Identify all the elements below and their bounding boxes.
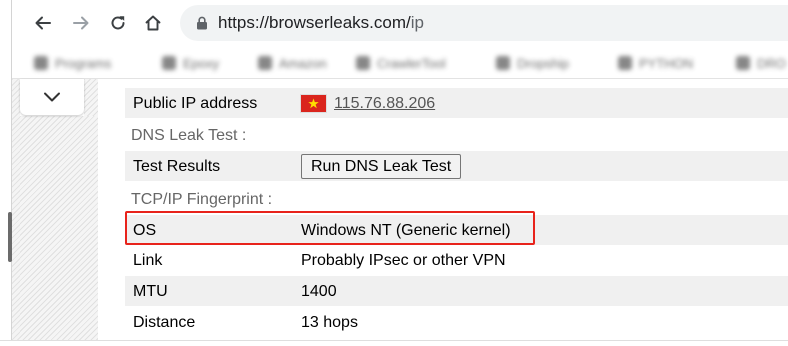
public-ip-link[interactable]: 115.76.88.206	[334, 95, 435, 113]
bookmark-label: Epoxy	[183, 55, 220, 71]
mtu-row: MTU 1400	[125, 276, 788, 306]
reload-button[interactable]	[103, 8, 133, 38]
bookmark-item[interactable]: Epoxy	[162, 53, 219, 73]
bookmark-item[interactable]: CrawlerTool	[356, 53, 446, 73]
bookmark-label: PYTHON	[639, 55, 694, 71]
public-ip-row: Public IP address 115.76.88.206	[125, 88, 788, 118]
bookmark-label: Amazon	[279, 55, 327, 71]
distance-value: 13 hops	[301, 314, 358, 331]
browser-toolbar: https://browserleaks.com/ip	[12, 0, 788, 46]
bookmark-label: DRO	[757, 55, 786, 71]
public-ip-label: Public IP address	[133, 95, 258, 112]
reload-icon	[111, 16, 125, 30]
vietnam-flag-icon	[301, 95, 326, 112]
chevron-down-icon	[44, 92, 60, 102]
distance-row: Distance 13 hops	[125, 307, 788, 337]
url-text: https://browserleaks.com/ip	[218, 13, 424, 33]
mtu-value: 1400	[301, 283, 337, 300]
link-row: Link Probably IPsec or other VPN	[125, 245, 788, 275]
os-row: OS Windows NT (Generic kernel)	[125, 215, 788, 245]
page-background	[12, 79, 20, 340]
home-icon	[145, 15, 161, 31]
sidebar-background	[84, 79, 98, 116]
os-label: OS	[133, 222, 157, 239]
bookmark-item[interactable]: PYTHON	[618, 53, 693, 73]
bookmark-label: CrawlerTool	[377, 55, 446, 71]
bookmark-label: Dropship	[517, 55, 570, 71]
folder-icon	[34, 56, 48, 70]
link-label: Link	[133, 252, 163, 269]
mtu-label: MTU	[133, 283, 168, 300]
home-button[interactable]	[138, 8, 168, 38]
os-value: Windows NT (Generic kernel)	[301, 222, 511, 239]
folder-icon	[618, 56, 632, 70]
folder-icon	[736, 56, 750, 70]
link-value: Probably IPsec or other VPN	[301, 252, 506, 269]
star-icon	[308, 98, 319, 109]
bookmark-item[interactable]: Programs	[34, 53, 111, 73]
url-host: https://browserleaks.com/	[218, 13, 411, 32]
folder-icon	[162, 56, 176, 70]
menu-toggle-button[interactable]	[20, 79, 84, 115]
run-dns-leak-test-button[interactable]: Run DNS Leak Test	[301, 154, 462, 179]
folder-icon	[258, 56, 272, 70]
folder-icon	[496, 56, 510, 70]
bookmark-label: Programs	[55, 55, 112, 71]
test-results-row: Test Results Run DNS Leak Test	[125, 151, 788, 181]
bookmark-item[interactable]: DRO	[736, 53, 786, 73]
ip-info-panel: Public IP address 115.76.88.206 DNS Leak…	[98, 79, 788, 340]
window-left-edge	[0, 0, 12, 346]
distance-label: Distance	[133, 314, 196, 331]
bookmarks-bar: Programs Epoxy Amazon CrawlerTool Dropsh…	[12, 46, 788, 79]
back-button[interactable]	[28, 8, 58, 38]
sidebar-background	[20, 116, 98, 340]
test-results-label: Test Results	[133, 158, 221, 175]
folder-icon	[356, 56, 370, 70]
forward-arrow-icon	[73, 16, 89, 30]
back-arrow-icon	[35, 16, 51, 30]
url-path: ip	[410, 13, 424, 32]
bookmark-item[interactable]: Amazon	[258, 53, 327, 73]
bookmark-item[interactable]: Dropship	[496, 53, 569, 73]
address-bar[interactable]: https://browserleaks.com/ip	[180, 5, 788, 41]
lock-icon[interactable]	[196, 16, 208, 30]
window-bottom-edge	[0, 340, 788, 346]
forward-button[interactable]	[66, 8, 96, 38]
tcp-ip-fingerprint-section-title: TCP/IP Fingerprint :	[131, 191, 273, 208]
dns-leak-section-title: DNS Leak Test :	[131, 127, 247, 144]
